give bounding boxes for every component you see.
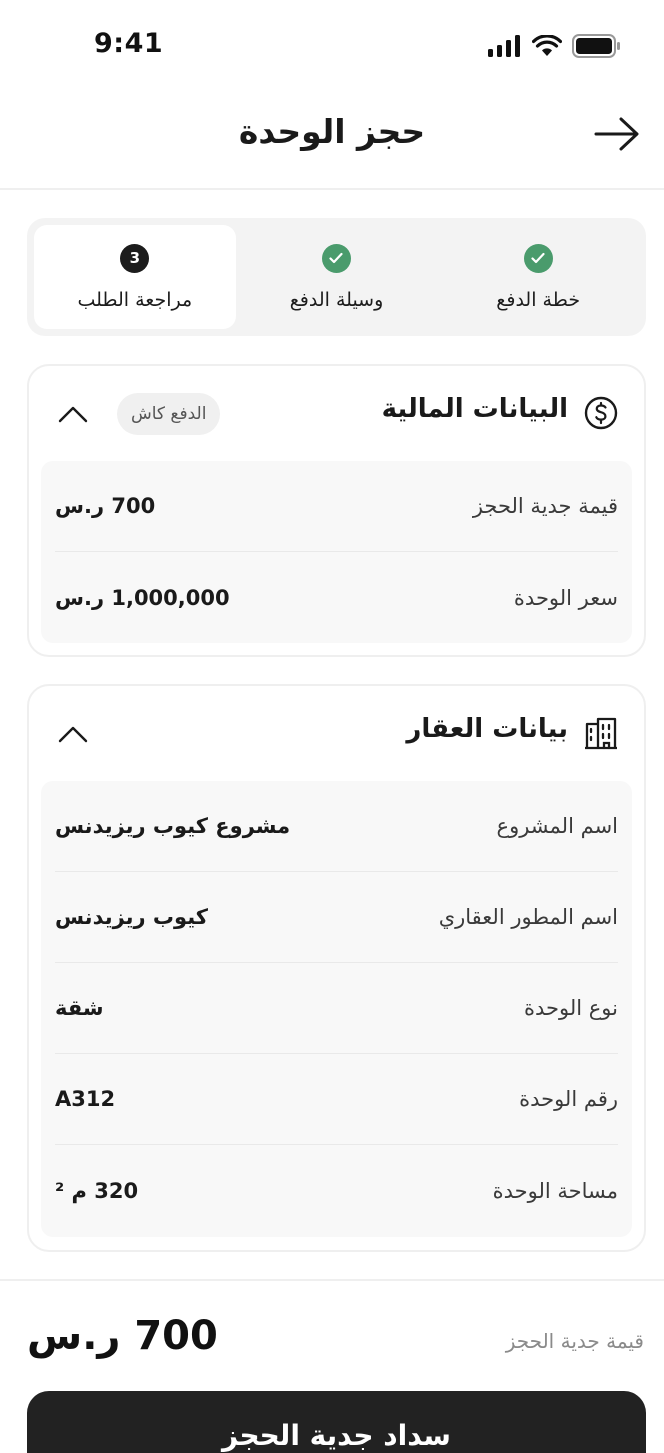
detail-row: نوع الوحدة شقة bbox=[55, 963, 618, 1054]
row-value: 320 م ² bbox=[55, 1178, 139, 1203]
row-label: اسم المطور العقاري bbox=[438, 905, 618, 929]
property-card-header[interactable]: بيانات العقار bbox=[29, 686, 644, 781]
arrow-right-icon bbox=[594, 117, 640, 155]
dollar-circle-icon bbox=[584, 396, 618, 430]
row-value: 1,000,000 ر.س bbox=[55, 585, 230, 610]
step-order-review[interactable]: 3 مراجعة الطلب bbox=[33, 225, 236, 329]
row-label: مساحة الوحدة bbox=[492, 1178, 618, 1203]
status-bar: 9:41 bbox=[0, 0, 664, 92]
detail-row: قيمة جدية الحجز 700 ر.س bbox=[55, 461, 618, 552]
row-label: قيمة جدية الحجز bbox=[472, 494, 618, 518]
row-label: رقم الوحدة bbox=[519, 1087, 618, 1111]
row-label: اسم المشروع bbox=[496, 814, 618, 838]
stepper: خطة الدفع وسيلة الدفع 3 مراجعة الطلب bbox=[27, 218, 646, 336]
status-icons bbox=[488, 34, 620, 62]
step-label: خطة الدفع bbox=[496, 288, 581, 311]
property-card: بيانات العقار اسم المشروع مشروع كيوب ريز… bbox=[27, 684, 646, 1252]
payment-type-badge: الدفع كاش bbox=[117, 393, 221, 435]
step-label: وسيلة الدفع bbox=[289, 288, 384, 311]
signal-icon bbox=[488, 35, 522, 61]
chevron-up-icon[interactable] bbox=[57, 399, 89, 429]
financial-card: البيانات المالية الدفع كاش قيمة جدية الح… bbox=[27, 364, 646, 657]
detail-row: رقم الوحدة A312 bbox=[55, 1054, 618, 1145]
app-header: حجز الوحدة bbox=[0, 92, 664, 190]
financial-card-header[interactable]: البيانات المالية الدفع كاش bbox=[29, 366, 644, 461]
row-value: كيوب ريزيدنس bbox=[55, 905, 208, 929]
row-label: سعر الوحدة bbox=[513, 585, 618, 610]
building-icon bbox=[584, 716, 618, 750]
page-title: حجز الوحدة bbox=[238, 112, 426, 151]
step-label: مراجعة الطلب bbox=[77, 288, 193, 311]
detail-row: مساحة الوحدة 320 م ² bbox=[55, 1145, 618, 1236]
battery-icon bbox=[572, 34, 620, 62]
financial-card-body: قيمة جدية الحجز 700 ر.س سعر الوحدة 1,000… bbox=[41, 461, 632, 643]
row-value: شقة bbox=[55, 996, 104, 1020]
pay-deposit-button[interactable]: سداد جدية الحجز bbox=[27, 1391, 646, 1453]
detail-row: اسم المطور العقاري كيوب ريزيدنس bbox=[55, 872, 618, 963]
property-card-title: بيانات العقار bbox=[406, 714, 568, 744]
detail-row: سعر الوحدة 1,000,000 ر.س bbox=[55, 552, 618, 643]
step-payment-method[interactable]: وسيلة الدفع bbox=[236, 225, 438, 329]
step-number-badge: 3 bbox=[120, 243, 150, 273]
total-label: قيمة جدية الحجز bbox=[505, 1329, 644, 1353]
check-icon bbox=[523, 243, 553, 273]
detail-row: اسم المشروع مشروع كيوب ريزيدنس bbox=[55, 781, 618, 872]
property-card-body: اسم المشروع مشروع كيوب ريزيدنس اسم المطو… bbox=[41, 781, 632, 1237]
checkout-footer: قيمة جدية الحجز 700 ر.س سداد جدية الحجز bbox=[0, 1279, 664, 1453]
wifi-icon bbox=[531, 34, 563, 61]
chevron-up-icon[interactable] bbox=[57, 719, 89, 749]
row-value: A312 bbox=[55, 1087, 116, 1111]
status-time: 9:41 bbox=[94, 28, 164, 59]
financial-card-title: البيانات المالية bbox=[381, 394, 568, 424]
back-button[interactable] bbox=[592, 114, 642, 158]
total-amount: 700 ر.س bbox=[27, 1313, 218, 1359]
step-payment-plan[interactable]: خطة الدفع bbox=[437, 225, 639, 329]
row-value: مشروع كيوب ريزيدنس bbox=[55, 814, 291, 838]
check-icon bbox=[321, 243, 351, 273]
row-label: نوع الوحدة bbox=[524, 996, 618, 1020]
row-value: 700 ر.س bbox=[55, 494, 156, 518]
